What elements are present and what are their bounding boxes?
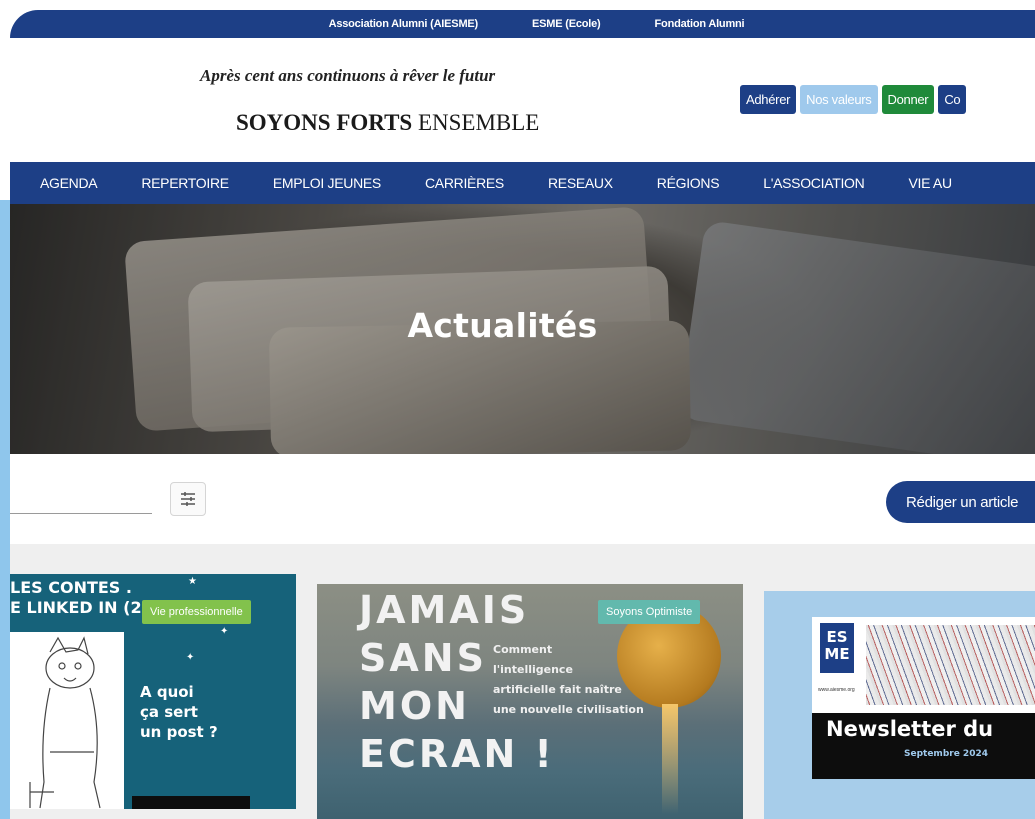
- article-card[interactable]: LES CONTES . E LINKED IN (25) ★ ✦ ✦ Vie …: [10, 574, 296, 809]
- newsletter-cover: ES ME www.aiesme.org Newsletter du Septe…: [812, 617, 1035, 779]
- header-actions: Adhérer Nos valeurs Donner Co: [740, 85, 967, 114]
- card-text: A quoi ça sert un post ?: [140, 682, 218, 742]
- write-article-button[interactable]: Rédiger un article: [886, 481, 1035, 523]
- search-input[interactable]: [10, 484, 152, 512]
- card-text-line: A quoi: [140, 683, 194, 701]
- donate-button[interactable]: Donner: [881, 85, 935, 114]
- page: Association Alumni (AIESME) ESME (Ecole)…: [10, 10, 1035, 819]
- site-header: Après cent ans continuons à rêver le fut…: [10, 38, 1035, 162]
- top-links-bar: Association Alumni (AIESME) ESME (Ecole)…: [10, 10, 1035, 38]
- category-tag[interactable]: Soyons Optimiste: [598, 600, 701, 624]
- newsletter-date: Septembre 2024: [904, 749, 988, 759]
- link-fondation-alumni[interactable]: Fondation Alumni: [655, 18, 745, 30]
- card-text-line: un post ?: [140, 723, 218, 741]
- link-association-alumni[interactable]: Association Alumni (AIESME): [329, 18, 479, 30]
- logo-text: ME: [824, 645, 850, 663]
- crowd-image: [866, 625, 1035, 705]
- card-subtitle-line: artificielle fait naître: [493, 683, 622, 696]
- newsletter-url: www.aiesme.org: [818, 687, 855, 693]
- card-dark-strip: [132, 796, 250, 809]
- card-big-title: JAMAIS: [359, 588, 530, 632]
- connect-button[interactable]: Co: [938, 85, 967, 114]
- nav-item-association[interactable]: L'ASSOCIATION: [763, 175, 865, 191]
- category-tag[interactable]: Vie professionnelle: [142, 600, 251, 624]
- card-subtitle-line: Comment: [493, 643, 553, 656]
- newsletter-banner: Newsletter du Septembre 2024: [812, 713, 1035, 779]
- hero-banner: Actualités: [10, 204, 1035, 454]
- nav-item-regions[interactable]: RÉGIONS: [657, 175, 720, 191]
- card-big-title: SANS: [359, 636, 487, 680]
- main-nav: AGENDA REPERTOIRE EMPLOI JEUNES CARRIÈRE…: [10, 162, 1035, 204]
- nav-item-emploi-jeunes[interactable]: EMPLOI JEUNES: [273, 175, 381, 191]
- article-toolbar: Rédiger un article: [10, 454, 1035, 544]
- card-big-title: ECRAN !: [359, 732, 555, 776]
- nav-item-carrieres[interactable]: CARRIÈRES: [425, 175, 504, 191]
- brand-bold: SOYONS FORTS: [236, 110, 413, 135]
- esme-logo: ES ME: [820, 623, 854, 673]
- moon-reflection: [662, 704, 678, 814]
- newsletter-title: Newsletter du: [826, 717, 994, 741]
- sliders-icon: [181, 492, 195, 506]
- card-subtitle: Comment l'intelligence artificielle fait…: [493, 640, 644, 720]
- card-headline-line: LES CONTES .: [10, 578, 132, 597]
- nav-item-reseaux[interactable]: RESEAUX: [548, 175, 613, 191]
- card-headline-line: E LINKED IN (25): [10, 598, 161, 617]
- star-icon: ✦: [186, 652, 195, 663]
- articles-grid: LES CONTES . E LINKED IN (25) ★ ✦ ✦ Vie …: [10, 544, 1035, 819]
- cat-illustration: [10, 632, 124, 809]
- filter-button[interactable]: [170, 482, 206, 516]
- link-esme-ecole[interactable]: ESME (Ecole): [532, 18, 601, 30]
- site-brand[interactable]: SOYONS FORTS ENSEMBLE: [236, 110, 539, 136]
- star-icon: ✦: [220, 626, 229, 637]
- card-text-line: ça sert: [140, 703, 198, 721]
- card-big-title: MON: [359, 684, 470, 728]
- search-underline: [10, 513, 152, 514]
- card-subtitle-line: l'intelligence: [493, 663, 573, 676]
- article-card[interactable]: JAMAIS SANS MON ECRAN ! Comment l'intell…: [317, 584, 743, 819]
- card-subtitle-line: une nouvelle civilisation: [493, 703, 644, 716]
- star-icon: ★: [188, 576, 197, 587]
- nav-item-agenda[interactable]: AGENDA: [40, 175, 98, 191]
- logo-text: ES: [826, 628, 848, 646]
- join-button[interactable]: Adhérer: [740, 85, 797, 114]
- card-headline: LES CONTES . E LINKED IN (25): [10, 578, 160, 618]
- article-card[interactable]: ES ME www.aiesme.org Newsletter du Septe…: [764, 591, 1035, 819]
- page-title: Actualités: [407, 306, 598, 345]
- brand-regular: ENSEMBLE: [417, 110, 540, 135]
- nav-item-repertoire[interactable]: REPERTOIRE: [141, 175, 229, 191]
- cat-drawing-icon: [29, 636, 101, 809]
- nav-item-vie-au[interactable]: VIE AU: [908, 175, 952, 191]
- values-button[interactable]: Nos valeurs: [800, 85, 878, 114]
- site-slogan: Après cent ans continuons à rêver le fut…: [200, 66, 496, 85]
